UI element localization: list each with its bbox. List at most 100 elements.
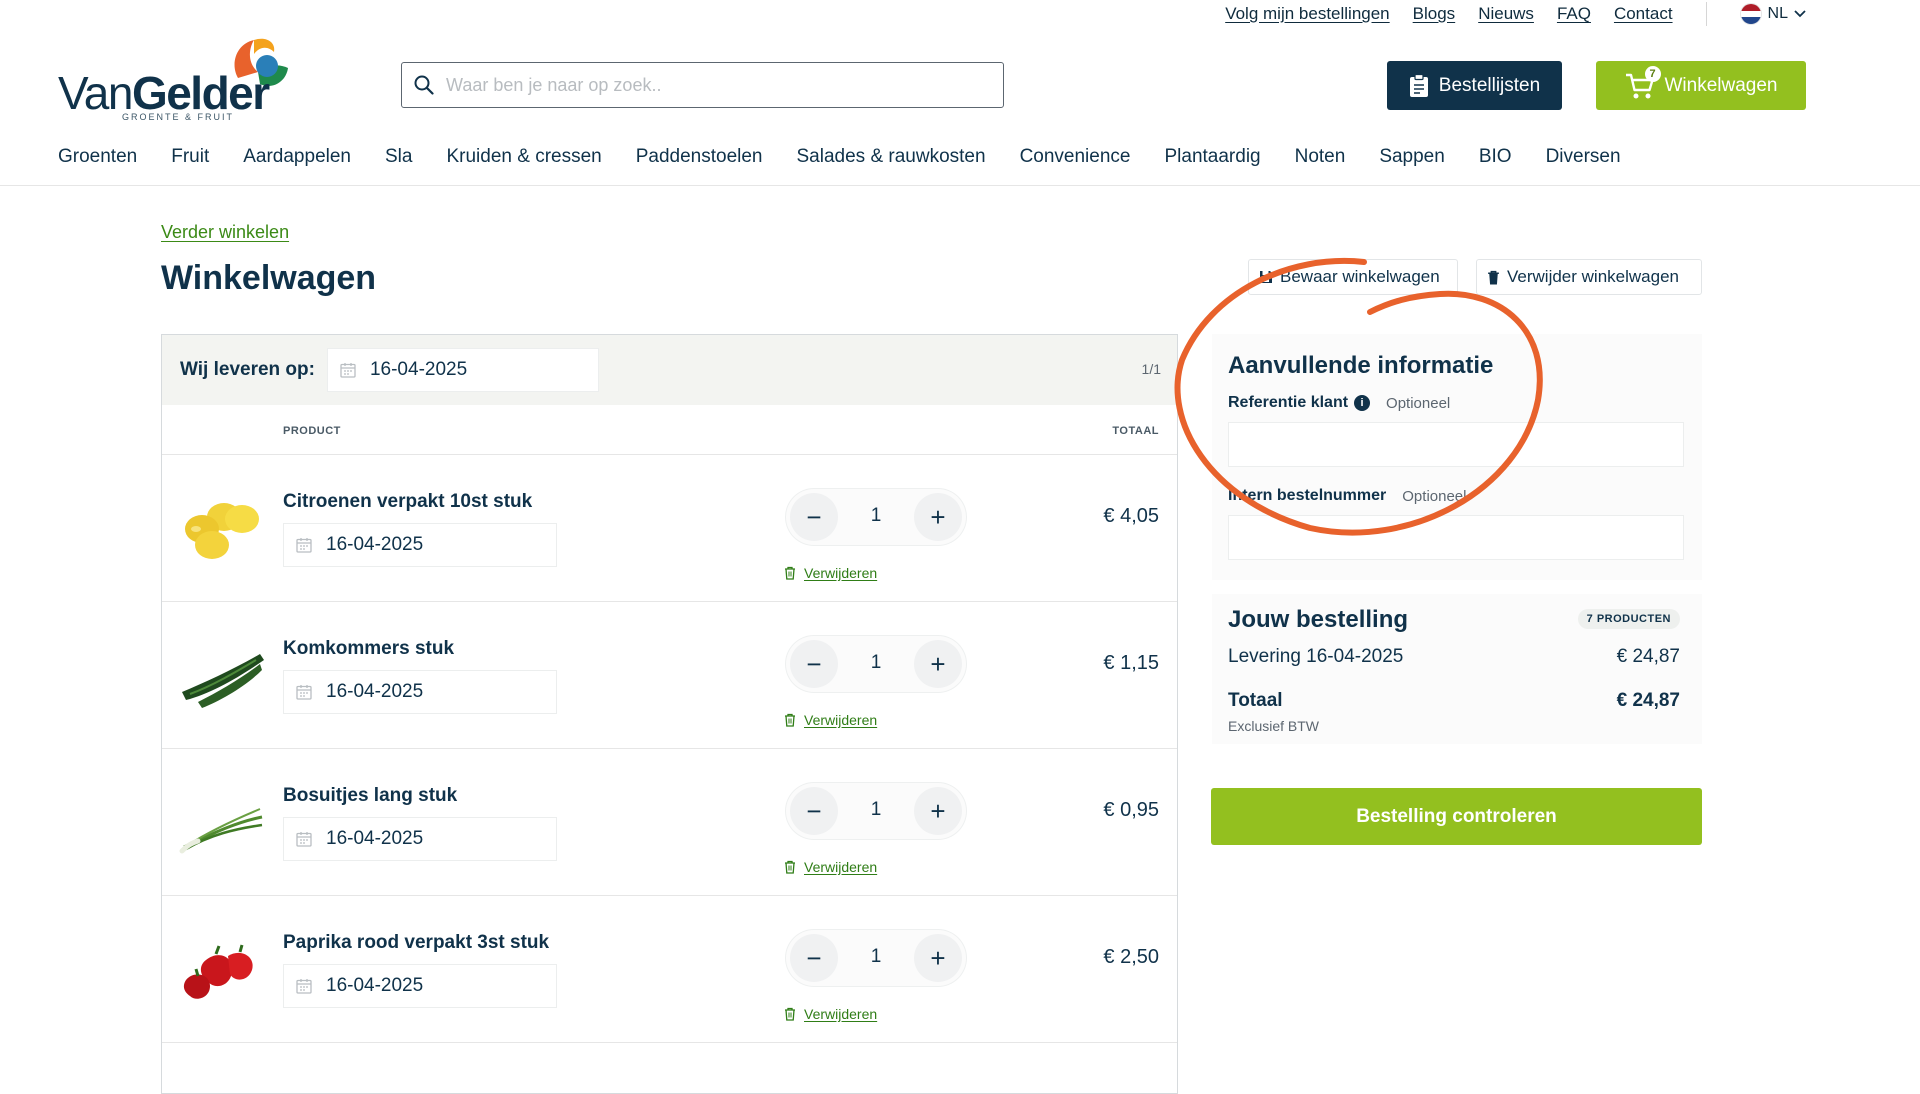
remove-item-button[interactable]: Verwijderen xyxy=(784,1006,877,1022)
calendar-icon xyxy=(296,538,312,553)
increase-quantity-button[interactable]: + xyxy=(914,787,962,835)
contact-link[interactable]: Contact xyxy=(1614,4,1673,24)
cart-item-row: Citroenen verpakt 10st stuk 16-04-2025 −… xyxy=(162,455,1177,602)
search-bar[interactable] xyxy=(401,62,1004,108)
info-icon[interactable]: i xyxy=(1354,395,1371,411)
page-indicator: 1/1 xyxy=(1141,361,1161,377)
product-name[interactable]: Citroenen verpakt 10st stuk xyxy=(283,491,532,513)
nav-item-bio[interactable]: BIO xyxy=(1479,146,1512,168)
item-total-price: € 1,15 xyxy=(1103,652,1159,674)
red-peppers-image xyxy=(183,944,253,999)
nav-item-diversen[interactable]: Diversen xyxy=(1546,146,1621,168)
delivery-date-picker[interactable]: 16-04-2025 xyxy=(326,348,599,392)
trash-icon xyxy=(785,566,795,580)
delivery-line: Levering 16-04-2025 € 24,87 xyxy=(1228,646,1680,668)
quantity-stepper: − 1 + xyxy=(786,783,966,839)
item-date-picker[interactable]: 16-04-2025 xyxy=(283,523,557,567)
calendar-icon xyxy=(296,979,312,994)
additional-info-title: Aanvullende informatie xyxy=(1228,352,1494,379)
page-title: Winkelwagen xyxy=(161,259,377,297)
netherlands-flag-icon xyxy=(1739,3,1762,25)
trash-icon xyxy=(785,713,795,727)
item-date-picker[interactable]: 16-04-2025 xyxy=(283,964,557,1008)
delivery-date-value: 16-04-2025 xyxy=(369,359,468,380)
language-code: NL xyxy=(1767,5,1788,22)
item-total-price: € 0,95 xyxy=(1103,799,1159,821)
nav-item-groenten[interactable]: Groenten xyxy=(58,146,137,168)
floppy-disk-icon xyxy=(1260,271,1272,283)
delivery-bar: Wij leveren op: 16-04-2025 1/1 xyxy=(162,335,1177,405)
search-icon xyxy=(414,75,434,95)
news-link[interactable]: Nieuws xyxy=(1478,4,1534,24)
trash-icon xyxy=(785,860,795,874)
remove-item-label: Verwijderen xyxy=(804,859,878,875)
calendar-icon xyxy=(296,685,312,700)
item-total-price: € 4,05 xyxy=(1103,505,1159,527)
delete-cart-button[interactable]: Verwijder winkelwagen xyxy=(1476,259,1702,295)
chevron-down-icon xyxy=(1794,10,1806,18)
nav-item-aardappelen[interactable]: Aardappelen xyxy=(243,146,351,168)
total-label: Totaal xyxy=(1228,690,1283,711)
nav-item-convenience[interactable]: Convenience xyxy=(1020,146,1131,168)
item-date-value: 16-04-2025 xyxy=(326,534,424,555)
nav-item-fruit[interactable]: Fruit xyxy=(171,146,209,168)
internal-order-number-label: Intern bestelnummer Optioneel xyxy=(1228,487,1467,505)
product-name[interactable]: Komkommers stuk xyxy=(283,638,454,660)
delivery-line-label: Levering 16-04-2025 xyxy=(1228,646,1404,667)
customer-reference-label: Referentie klant i Optioneel xyxy=(1228,394,1451,412)
product-name[interactable]: Bosuitjes lang stuk xyxy=(283,785,457,807)
product-name[interactable]: Paprika rood verpakt 3st stuk xyxy=(283,932,549,954)
remove-item-button[interactable]: Verwijderen xyxy=(784,859,877,875)
delivery-line-amount: € 24,87 xyxy=(1616,646,1680,667)
cart-label: Winkelwagen xyxy=(1664,74,1778,96)
cart-panel: Wij leveren op: 16-04-2025 1/1 PRODUCT T… xyxy=(161,334,1178,1094)
cart-item-row: Paprika rood verpakt 3st stuk 16-04-2025… xyxy=(162,896,1177,1043)
nav-item-salades-rauwkosten[interactable]: Salades & rauwkosten xyxy=(797,146,986,168)
save-cart-button[interactable]: Bewaar winkelwagen xyxy=(1248,259,1458,295)
faq-link[interactable]: FAQ xyxy=(1557,4,1591,24)
item-total-price: € 2,50 xyxy=(1103,946,1159,968)
internal-order-number-input[interactable] xyxy=(1228,515,1684,560)
nav-item-plantaardig[interactable]: Plantaardig xyxy=(1164,146,1260,168)
delete-cart-label: Verwijder winkelwagen xyxy=(1507,267,1679,286)
nav-item-sla[interactable]: Sla xyxy=(385,146,412,168)
header-divider xyxy=(0,185,1920,186)
calendar-icon xyxy=(296,832,312,847)
quantity-stepper: − 1 + xyxy=(786,489,966,545)
column-header-total: TOTAAL xyxy=(1112,425,1159,437)
delivery-label: Wij leveren op: xyxy=(180,359,315,380)
order-lists-label: Bestellijsten xyxy=(1438,74,1541,96)
increase-quantity-button[interactable]: + xyxy=(914,640,962,688)
nav-item-kruiden-cressen[interactable]: Kruiden & cressen xyxy=(446,146,601,168)
remove-item-button[interactable]: Verwijderen xyxy=(784,712,877,728)
customer-reference-input[interactable] xyxy=(1228,422,1684,467)
quantity-stepper: − 1 + xyxy=(786,636,966,692)
cart-count-badge: 7 xyxy=(1644,65,1661,82)
trash-icon xyxy=(1488,270,1499,284)
spring-onions-image xyxy=(179,808,263,854)
additional-info-card: Aanvullende informatie Referentie klant … xyxy=(1212,334,1702,580)
track-orders-link[interactable]: Volg mijn bestellingen xyxy=(1225,4,1389,24)
review-order-button[interactable]: Bestelling controleren xyxy=(1211,788,1702,845)
language-selector[interactable]: NL xyxy=(1739,3,1806,25)
nav-item-noten[interactable]: Noten xyxy=(1295,146,1346,168)
vangelder-logo[interactable]: VanGelder GROENTE & FRUIT xyxy=(58,34,288,124)
search-input[interactable] xyxy=(446,74,986,96)
item-date-value: 16-04-2025 xyxy=(326,681,424,702)
continue-shopping-link[interactable]: Verder winkelen xyxy=(161,222,289,243)
item-date-picker[interactable]: 16-04-2025 xyxy=(283,670,557,714)
remove-item-button[interactable]: Verwijderen xyxy=(784,565,877,581)
increase-quantity-button[interactable]: + xyxy=(914,934,962,982)
cart-button[interactable]: 7 Winkelwagen xyxy=(1596,61,1806,110)
remove-item-label: Verwijderen xyxy=(804,712,878,728)
cucumbers-image xyxy=(182,654,264,708)
remove-item-label: Verwijderen xyxy=(804,565,878,581)
blogs-link[interactable]: Blogs xyxy=(1413,4,1456,24)
shopping-cart-icon: 7 xyxy=(1625,65,1661,100)
nav-item-paddenstoelen[interactable]: Paddenstoelen xyxy=(636,146,763,168)
increase-quantity-button[interactable]: + xyxy=(914,493,962,541)
nav-item-sappen[interactable]: Sappen xyxy=(1379,146,1445,168)
item-date-picker[interactable]: 16-04-2025 xyxy=(283,817,557,861)
order-lists-button[interactable]: Bestellijsten xyxy=(1387,61,1562,110)
calendar-icon xyxy=(340,363,356,378)
